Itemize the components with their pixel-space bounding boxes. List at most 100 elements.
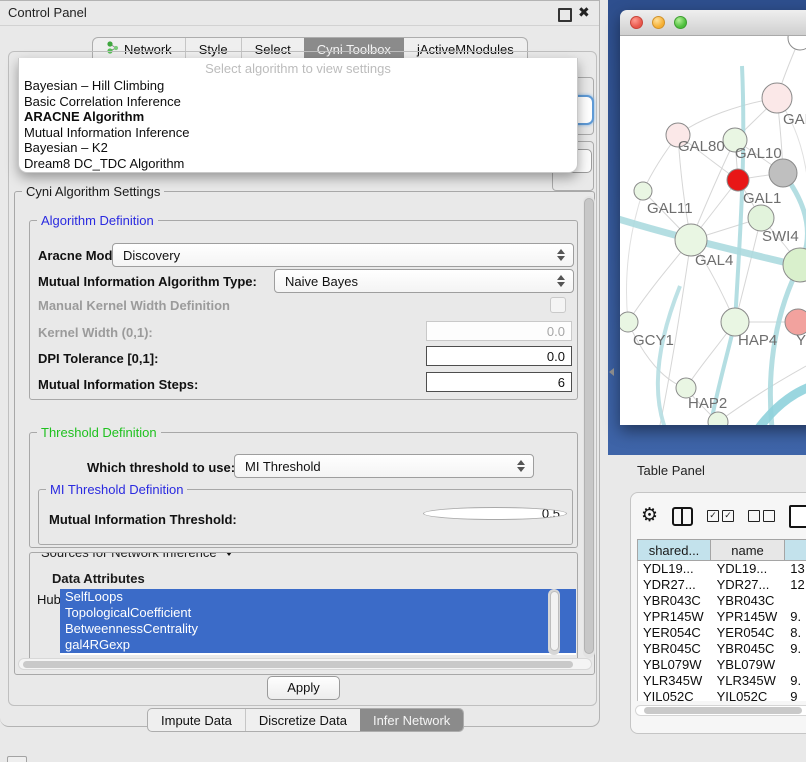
network-edge[interactable] [756,382,806,425]
table-row[interactable]: YDR27...YDR27...12 [638,577,806,593]
network-node[interactable] [783,248,806,282]
table-cell: YIL052C [638,689,712,701]
table-cell: YBR045C [712,641,786,657]
table-horizontal-scrollbar[interactable] [635,705,806,716]
algorithm-option[interactable]: ARACNE Algorithm [22,109,574,125]
node-label: GAL11 [647,200,693,217]
network-edge[interactable] [658,286,680,425]
panel-splitter-arrow-icon[interactable] [609,368,614,376]
table-cell: YBL079W [712,657,786,673]
table-row[interactable]: YPR145WYPR145W9. [638,609,806,625]
apply-button[interactable]: Apply [267,676,340,700]
table-body: YDL19...YDL19...13YDR27...YDR27...12YBR0… [637,561,806,701]
node-label: HAP2 [688,395,727,412]
table-cell: YBR045C [638,641,712,657]
table-row[interactable]: YLR345WYLR345W9. [638,673,806,689]
float-window-icon[interactable] [558,8,572,22]
column-header[interactable]: A [785,539,806,561]
settings-horizontal-scrollbar-thumb[interactable] [23,661,573,668]
tab-infer-network[interactable]: Infer Network [360,709,463,731]
network-window-titlebar[interactable] [620,10,806,36]
table-cell: YDR27... [712,577,786,593]
close-window-icon[interactable] [630,16,643,29]
node-label: GAL4 [695,252,733,269]
tab-impute-data[interactable]: Impute Data [148,709,245,731]
which-threshold-combobox[interactable]: MI Threshold [234,454,534,478]
zoom-window-icon[interactable] [674,16,687,29]
network-edge[interactable] [678,98,777,135]
network-node[interactable] [634,182,652,200]
algorithm-definition-title: Algorithm Definition [37,213,158,228]
mi-threshold-input[interactable] [423,507,567,520]
data-attributes-list[interactable]: SelfLoopsTopologicalCoefficientBetweenne… [60,589,576,655]
settings-horizontal-scrollbar[interactable] [18,658,592,670]
table-cell: 8. [785,625,806,641]
table-cell [785,657,806,673]
checked-box-icon: ✓ [707,510,719,522]
table-row[interactable]: YDL19...YDL19...13 [638,561,806,577]
mi-algorithm-type-combobox[interactable]: Naive Bayes [274,269,574,293]
network-canvas[interactable]: GALGAL80GAL10GAL11GAL1SWI4GAL4GCY1HAP4YH… [620,36,806,425]
algorithm-option[interactable]: Bayesian – K2 [22,140,574,156]
minimize-window-icon[interactable] [652,16,665,29]
attribute-item[interactable]: gal4RGexp [60,637,576,653]
columns-icon[interactable] [672,507,693,526]
tab-label: Discretize Data [259,713,347,728]
algorithm-option[interactable]: Bayesian – Hill Climbing [22,78,574,94]
table-row[interactable]: YBR043CYBR043C [638,593,806,609]
table-toolbar: ⚙ ✓ ✓ [641,501,806,531]
table-cell: YBR043C [638,593,712,609]
table-cell: 9. [785,673,806,689]
attribute-item[interactable]: BetweennessCentrality [60,621,576,637]
document-icon[interactable] [789,505,806,528]
close-icon[interactable]: ✖ [578,4,590,21]
algorithm-popup-placeholder: Select algorithm to view settings [19,61,577,76]
node-label: SWI4 [762,228,799,245]
settings-vertical-scrollbar-thumb[interactable] [584,198,594,654]
deselect-all-icon[interactable] [748,510,775,522]
table-row[interactable]: YIL052CYIL052C9 [638,689,806,701]
node-label: Y [796,332,806,349]
mi-algorithm-type-label: Mutual Information Algorithm Type: [38,274,257,289]
algorithm-option[interactable]: Dream8 DC_TDC Algorithm [22,156,574,172]
network-edge[interactable] [627,191,643,322]
mi-threshold-definition-group: MI Threshold Definition Mutual Informati… [38,489,573,545]
kernel-width-input[interactable] [426,321,572,341]
select-all-icon[interactable]: ✓ ✓ [707,510,734,522]
mi-threshold-definition-title: MI Threshold Definition [46,482,187,497]
column-header[interactable]: shared... [637,539,711,561]
attributes-scrollbar-thumb[interactable] [550,591,559,651]
table-cell: YPR145W [638,609,712,625]
attribute-item[interactable]: SelfLoops [60,589,576,605]
column-header[interactable]: name [711,539,785,561]
network-node[interactable] [788,36,806,50]
mi-steps-input[interactable] [426,372,572,392]
algorithm-option[interactable]: Mutual Information Inference [22,125,574,141]
network-node[interactable] [620,312,638,332]
gear-icon[interactable]: ⚙ [641,506,658,526]
network-graph: GALGAL80GAL10GAL11GAL1SWI4GAL4GCY1HAP4YH… [620,36,806,425]
table-cell: YER054C [638,625,712,641]
mi-algorithm-type-value: Naive Bayes [275,274,553,289]
network-node[interactable] [769,159,797,187]
dpi-tolerance-input[interactable] [426,346,572,366]
table-row[interactable]: YBR045CYBR045C9. [638,641,806,657]
minimized-panel-icon[interactable] [7,756,27,762]
table-horizontal-scrollbar-thumb[interactable] [644,707,802,714]
network-node[interactable] [727,169,749,191]
table-row[interactable]: YER054CYER054C8. [638,625,806,641]
network-node[interactable] [762,83,792,113]
tab-label: Impute Data [161,713,232,728]
sources-title[interactable]: Sources for Network Inference [37,552,239,560]
aracne-mode-combobox[interactable]: Discovery [112,243,574,267]
tab-discretize-data[interactable]: Discretize Data [245,709,360,731]
attributes-scrollbar[interactable] [548,589,560,655]
table-row[interactable]: YBL079WYBL079W [638,657,806,673]
application-window: Control Panel ✖ NetworkStyleSelectCyni T… [0,0,806,762]
manual-kernel-width-checkbox[interactable] [550,297,566,313]
table-cell: YIL052C [712,689,786,701]
mi-threshold-label: Mutual Information Threshold: [49,512,237,527]
algorithm-option[interactable]: Basic Correlation Inference [22,94,574,110]
attribute-item[interactable]: TopologicalCoefficient [60,605,576,621]
settings-vertical-scrollbar[interactable] [583,196,595,658]
